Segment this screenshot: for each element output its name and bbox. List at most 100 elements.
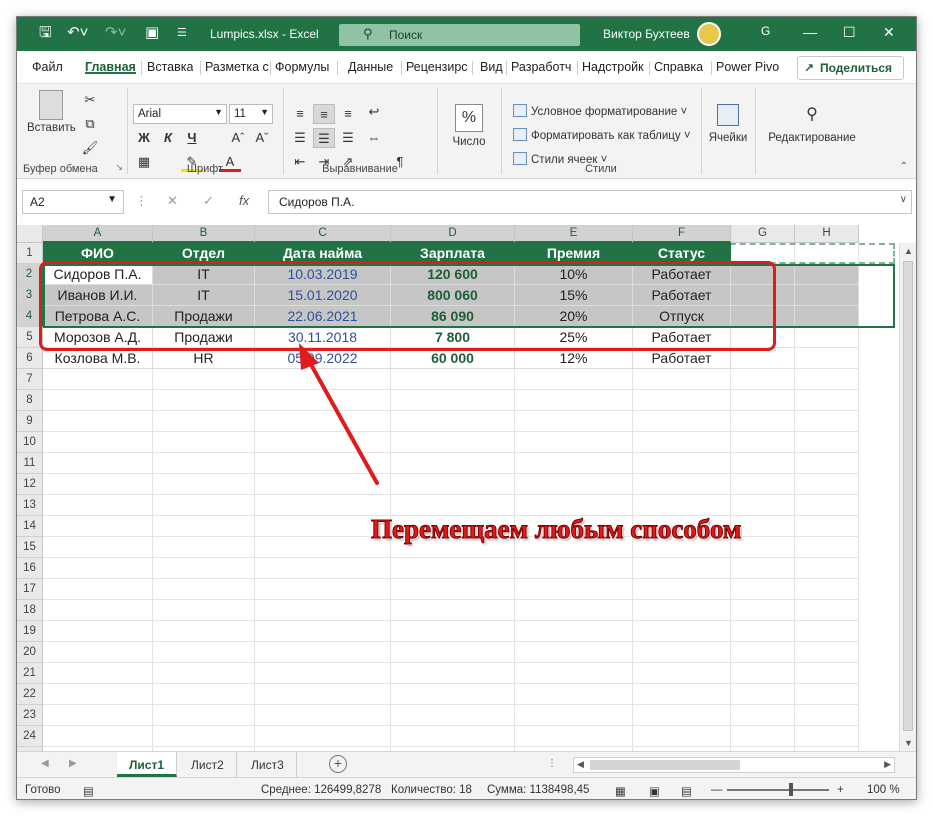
cell[interactable]: [391, 432, 515, 453]
cell[interactable]: [795, 705, 859, 726]
cell[interactable]: [795, 285, 859, 306]
cell[interactable]: [731, 621, 795, 642]
scroll-left-icon[interactable]: ◀: [577, 759, 584, 770]
cell[interactable]: [43, 684, 153, 705]
row-header[interactable]: 14: [17, 516, 43, 537]
cell[interactable]: [391, 579, 515, 600]
enter-icon[interactable]: ✓: [203, 193, 214, 209]
cell[interactable]: [43, 663, 153, 684]
column-header[interactable]: B: [153, 225, 255, 243]
cell[interactable]: [515, 705, 633, 726]
cell[interactable]: [731, 264, 795, 285]
cell[interactable]: [255, 390, 391, 411]
underline-button[interactable]: Ч: [181, 128, 203, 148]
accessibility-icon[interactable]: ▤: [83, 784, 94, 798]
zoom-slider[interactable]: [727, 789, 829, 791]
cell[interactable]: [731, 306, 795, 327]
cell[interactable]: [43, 495, 153, 516]
row-header[interactable]: 1: [17, 243, 43, 264]
table-cell[interactable]: Работает: [633, 264, 731, 285]
format-painter-icon[interactable]: 🖌: [79, 138, 101, 158]
cell[interactable]: [391, 642, 515, 663]
row-header[interactable]: 8: [17, 390, 43, 411]
cell[interactable]: [795, 432, 859, 453]
table-cell[interactable]: 30.11.2018: [255, 327, 391, 348]
select-all-corner[interactable]: [17, 225, 43, 243]
cell[interactable]: [731, 285, 795, 306]
page-break-icon[interactable]: ▤: [681, 784, 692, 798]
table-header-cell[interactable]: ФИО: [43, 243, 153, 264]
cancel-icon[interactable]: ✕: [167, 193, 178, 209]
row-header[interactable]: 21: [17, 663, 43, 684]
cell[interactable]: [43, 726, 153, 747]
cell[interactable]: [515, 453, 633, 474]
row-header[interactable]: 23: [17, 705, 43, 726]
cell[interactable]: [633, 432, 731, 453]
add-sheet-icon[interactable]: +: [329, 755, 347, 773]
cell[interactable]: [43, 390, 153, 411]
sheet-tab-1[interactable]: Лист1: [117, 752, 178, 777]
cell[interactable]: [43, 642, 153, 663]
sheet-tab-2[interactable]: Лист2: [179, 752, 237, 777]
row-header[interactable]: 4: [17, 306, 43, 327]
cut-icon[interactable]: ✂: [79, 90, 101, 110]
cell[interactable]: [43, 411, 153, 432]
cells-button[interactable]: Ячейки: [705, 104, 751, 144]
editing-button[interactable]: ⚲ Редактирование: [757, 104, 867, 144]
row-header[interactable]: 19: [17, 621, 43, 642]
cell[interactable]: [795, 474, 859, 495]
row-header[interactable]: 11: [17, 453, 43, 474]
cell[interactable]: [731, 663, 795, 684]
hscroll-thumb[interactable]: [590, 760, 740, 770]
cell[interactable]: [153, 495, 255, 516]
cell[interactable]: [731, 726, 795, 747]
copy-icon[interactable]: ⧉: [79, 114, 101, 134]
zoom-in-icon[interactable]: +: [837, 784, 844, 796]
table-cell[interactable]: Сидоров П.А.: [43, 264, 153, 285]
insert-function-icon[interactable]: fx: [239, 193, 249, 208]
table-cell[interactable]: IT: [153, 285, 255, 306]
column-header[interactable]: A: [43, 225, 153, 243]
cell[interactable]: [153, 390, 255, 411]
italic-button[interactable]: К: [157, 128, 179, 148]
cell[interactable]: [43, 579, 153, 600]
cell[interactable]: [515, 642, 633, 663]
row-header[interactable]: 10: [17, 432, 43, 453]
cell[interactable]: [633, 411, 731, 432]
zoom-slider-knob[interactable]: [789, 783, 793, 796]
column-header[interactable]: F: [633, 225, 731, 243]
cell[interactable]: [795, 243, 859, 264]
table-cell[interactable]: IT: [153, 264, 255, 285]
cell[interactable]: [43, 474, 153, 495]
dialog-launcher-icon[interactable]: ↘: [115, 162, 123, 173]
cell[interactable]: [153, 600, 255, 621]
cell[interactable]: [633, 642, 731, 663]
cell[interactable]: [153, 516, 255, 537]
row-header[interactable]: 12: [17, 474, 43, 495]
cell[interactable]: [255, 642, 391, 663]
cell[interactable]: [633, 369, 731, 390]
cell[interactable]: [153, 642, 255, 663]
cell[interactable]: [731, 453, 795, 474]
cell[interactable]: [391, 369, 515, 390]
table-cell[interactable]: 25%: [515, 327, 633, 348]
cell[interactable]: [731, 327, 795, 348]
tab-help[interactable]: Справка: [654, 60, 703, 74]
cell[interactable]: [633, 579, 731, 600]
cell[interactable]: [795, 306, 859, 327]
cell[interactable]: [43, 432, 153, 453]
row-header[interactable]: 7: [17, 369, 43, 390]
table-cell[interactable]: Отпуск: [633, 306, 731, 327]
merge-center-icon[interactable]: ⇔: [363, 128, 385, 148]
cell[interactable]: [795, 390, 859, 411]
tab-review[interactable]: Рецензирс: [406, 60, 468, 74]
cell[interactable]: [255, 684, 391, 705]
maximize-icon[interactable]: ☐: [843, 24, 856, 41]
table-cell[interactable]: HR: [153, 348, 255, 369]
align-middle-icon[interactable]: ≡: [313, 104, 335, 124]
cell[interactable]: [255, 411, 391, 432]
cell[interactable]: [731, 243, 795, 264]
row-header[interactable]: 5: [17, 327, 43, 348]
cell[interactable]: [153, 705, 255, 726]
tab-formulas[interactable]: Формулы: [275, 60, 329, 74]
